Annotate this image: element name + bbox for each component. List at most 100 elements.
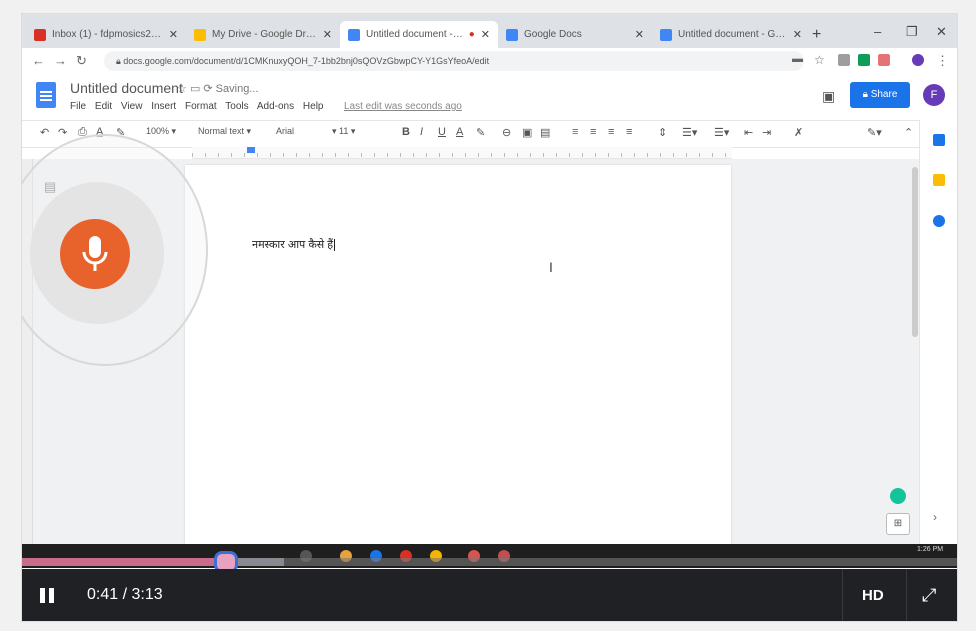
tab-drive[interactable]: My Drive - Google Drive ✕	[186, 21, 340, 48]
extension-icon[interactable]	[878, 54, 890, 66]
underline-button[interactable]: U	[438, 126, 446, 138]
align-right-icon[interactable]: ≡	[608, 126, 614, 138]
image-icon[interactable]: ▤	[540, 126, 550, 139]
grammarly-icon[interactable]	[890, 488, 906, 504]
menu-edit[interactable]: Edit	[95, 101, 112, 112]
format-toolbar: ↶ ↷ ⎙ A̲ ✎ 100% ▾ Normal text ▾ Arial ▾ …	[22, 120, 957, 148]
divider	[906, 569, 907, 621]
font-size-select[interactable]: ▾ 11 ▾	[332, 126, 355, 137]
bulleted-list-icon[interactable]: ☰▾	[714, 126, 729, 139]
close-tab-icon[interactable]: ✕	[635, 28, 644, 41]
tab-untitled-document-2[interactable]: Untitled document - Google D ✕	[652, 21, 810, 48]
text-cursor-icon: I	[549, 259, 553, 275]
link-icon[interactable]: ⊖	[502, 126, 511, 139]
highlight-icon[interactable]: ✎	[476, 126, 485, 139]
microphone-icon	[82, 236, 108, 271]
comment-add-icon[interactable]: ▣	[522, 126, 532, 139]
fullscreen-icon[interactable]: ⤢	[922, 585, 936, 606]
docs-icon	[660, 28, 672, 41]
star-icon[interactable]: ☆	[177, 83, 187, 95]
comment-icon[interactable]: ▣	[822, 88, 835, 105]
bookmark-star-icon[interactable]: ☆	[814, 53, 825, 67]
pause-icon[interactable]	[40, 588, 54, 603]
tasks-icon[interactable]	[933, 215, 945, 227]
tab-gmail[interactable]: Inbox (1) - fdpmosics2@gmail... ✕	[26, 21, 186, 48]
increase-indent-icon[interactable]: ⇥	[762, 126, 771, 139]
saving-icon: ⟳	[203, 83, 216, 95]
microphone-button[interactable]	[60, 219, 130, 289]
editing-mode-icon[interactable]: ✎▾	[867, 126, 882, 139]
expand-panel-icon[interactable]: ›	[933, 510, 945, 524]
forward-icon[interactable]: →	[54, 53, 67, 68]
align-left-icon[interactable]: ≡	[572, 126, 578, 138]
clear-formatting-icon[interactable]: ✗	[794, 126, 803, 139]
menu-insert[interactable]: Insert	[151, 101, 176, 112]
restore-button[interactable]: ❐	[906, 24, 918, 40]
cast-icon[interactable]: ▬	[792, 53, 803, 65]
align-center-icon[interactable]: ≡	[590, 126, 596, 138]
close-tab-icon[interactable]: ✕	[323, 28, 332, 41]
collapse-toolbar-icon[interactable]: ⌃	[904, 126, 913, 139]
menu-view[interactable]: View	[121, 101, 143, 112]
browser-menu-icon[interactable]: ⋮	[936, 53, 949, 69]
minimize-button[interactable]: –	[874, 24, 881, 39]
tab-google-docs[interactable]: Google Docs ✕	[498, 21, 652, 48]
text-color-button[interactable]: A	[456, 126, 463, 138]
profile-avatar-icon[interactable]	[912, 54, 924, 66]
menu-format[interactable]: Format	[185, 101, 217, 112]
scrubber-handle[interactable]	[216, 554, 235, 570]
docs-icon	[506, 28, 518, 41]
close-tab-icon[interactable]: ✕	[169, 28, 178, 41]
style-select[interactable]: Normal text ▾	[198, 126, 251, 137]
document-page[interactable]: नमस्कार आप कैसे हैं I	[185, 165, 731, 549]
bold-button[interactable]: B	[402, 126, 410, 138]
undo-icon[interactable]: ↶	[40, 126, 49, 139]
document-title[interactable]: Untitled document	[70, 80, 183, 96]
hd-quality-button[interactable]: HD	[862, 587, 884, 604]
last-edit-link[interactable]: Last edit was seconds ago	[344, 101, 462, 112]
document-body-text[interactable]: नमस्कार आप कैसे हैं	[252, 237, 336, 252]
keep-icon[interactable]	[933, 174, 945, 186]
calendar-icon[interactable]	[933, 134, 945, 146]
new-tab-button[interactable]: +	[812, 26, 821, 44]
extension-icon[interactable]	[858, 54, 870, 66]
numbered-list-icon[interactable]: ☰▾	[682, 126, 697, 139]
back-icon[interactable]: ←	[32, 53, 45, 68]
url-input[interactable]: 🔒︎ docs.google.com/document/d/1CMKnuxyQO…	[104, 51, 804, 71]
explore-button[interactable]: ⊞	[886, 513, 910, 535]
reload-icon[interactable]: ↻	[76, 53, 87, 69]
close-tab-icon[interactable]: ✕	[793, 28, 802, 41]
extension-icon[interactable]	[838, 54, 850, 66]
justify-icon[interactable]: ≡	[626, 126, 632, 138]
scrollbar[interactable]	[912, 167, 918, 337]
taskbar-clock: 1:26 PM	[917, 546, 944, 553]
browser-tab-strip: Inbox (1) - fdpmosics2@gmail... ✕ My Dri…	[22, 14, 957, 48]
font-select[interactable]: Arial	[276, 126, 294, 136]
close-tab-icon[interactable]: ✕	[481, 28, 490, 41]
video-progress-bar[interactable]	[22, 554, 957, 570]
close-window-button[interactable]: ✕	[936, 24, 947, 40]
menu-addons[interactable]: Add-ons	[257, 101, 294, 112]
docs-logo-icon[interactable]	[36, 82, 56, 108]
decrease-indent-icon[interactable]: ⇤	[744, 126, 753, 139]
indent-marker[interactable]	[247, 147, 255, 153]
divider	[842, 569, 843, 621]
lock-icon: 🔒︎	[862, 89, 871, 100]
tab-untitled-document-active[interactable]: Untitled document - Goo ● ✕	[340, 21, 498, 48]
menu-help[interactable]: Help	[303, 101, 324, 112]
menu-file[interactable]: File	[70, 101, 86, 112]
played-bar	[22, 558, 226, 566]
move-folder-icon[interactable]: ▭	[190, 83, 203, 95]
ruler[interactable]	[192, 147, 732, 159]
redo-icon[interactable]: ↷	[58, 126, 67, 139]
gmail-icon	[34, 28, 46, 41]
menu-tools[interactable]: Tools	[225, 101, 248, 112]
zoom-select[interactable]: 100% ▾	[146, 126, 176, 137]
avatar[interactable]: F	[923, 84, 945, 106]
share-button[interactable]: 🔒︎ Share	[850, 82, 910, 108]
saving-status: Saving...	[215, 83, 259, 95]
italic-button[interactable]: I	[420, 126, 423, 138]
address-bar-row: ← → ↻ 🔒︎ docs.google.com/document/d/1CMK…	[22, 48, 957, 75]
time-display: 0:41 / 3:13	[87, 586, 163, 603]
line-spacing-icon[interactable]: ⇕	[658, 126, 667, 139]
